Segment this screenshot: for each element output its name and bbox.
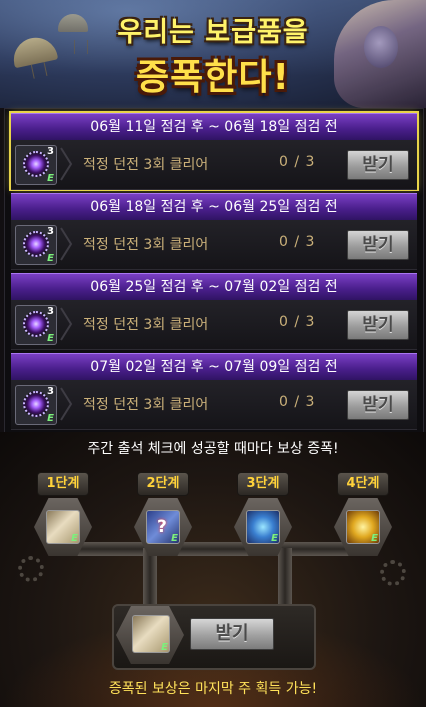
item-grade: E [371, 533, 378, 544]
final-claim-button[interactable]: 받기 [190, 618, 274, 650]
step-label: 3단계 [237, 472, 289, 496]
quest-progress: 0 / 3 [279, 314, 316, 330]
quest-mission-text: 적정 던전 3회 클리어 [83, 397, 209, 413]
item-quantity: 3 [47, 146, 54, 157]
pipe-connector [58, 542, 368, 556]
purple-orb-icon [23, 151, 49, 177]
quest-row: 3 E 적정 던전 3회 클리어 0 / 3 받기 [11, 300, 417, 350]
quest-progress: 0 / 3 [279, 394, 316, 410]
quest-week-2: 06월 18일 점검 후 ~ 06월 25일 점검 전 3 E 적정 던전 3회… [11, 193, 417, 270]
reward-item-slot[interactable]: 3 E [15, 145, 57, 185]
quest-week-3: 06월 25일 점검 후 ~ 07월 02일 점검 전 3 E 적정 던전 3회… [11, 273, 417, 350]
reward-item-slot[interactable]: 3 E [15, 385, 57, 425]
footer-note: 증폭된 보상은 마지막 주 획득 가능! [108, 681, 318, 697]
quest-row: 3 E 적정 던전 3회 클리어 0 / 3 받기 [11, 380, 417, 430]
quest-period-header: 06월 18일 점검 후 ~ 06월 25일 점검 전 [11, 193, 417, 222]
question-mark-icon: ? [157, 517, 167, 537]
purple-orb-icon [23, 391, 49, 417]
chevron-right-icon [60, 227, 73, 261]
quest-row: 3 E 적정 던전 3회 클리어 0 / 3 받기 [11, 140, 417, 190]
purple-orb-icon [23, 231, 49, 257]
reward-item-slot[interactable]: 3 E [15, 225, 57, 265]
item-quantity: 3 [47, 386, 54, 397]
quest-progress: 0 / 3 [279, 154, 316, 170]
scroll-icon[interactable]: E [46, 510, 80, 544]
purple-orb-icon [23, 311, 49, 337]
pipe-connector [143, 548, 157, 608]
quest-period-header: 06월 25일 점검 후 ~ 07월 02일 점검 전 [11, 273, 417, 302]
item-grade: E [47, 253, 54, 264]
quest-mission-text: 적정 던전 3회 클리어 [83, 317, 209, 333]
chevron-right-icon [60, 307, 73, 341]
pipe-connector [278, 548, 292, 608]
quest-row: 3 E 적정 던전 3회 클리어 0 / 3 받기 [11, 220, 417, 270]
gold-emblem-icon[interactable]: E [346, 510, 380, 544]
gear-icon [18, 556, 44, 582]
quest-mission-text: 적정 던전 3회 클리어 [83, 237, 209, 253]
claim-button[interactable]: 받기 [347, 390, 409, 420]
gear-icon [380, 560, 406, 586]
item-grade: E [271, 533, 278, 544]
claim-button[interactable]: 받기 [347, 310, 409, 340]
item-grade: E [171, 533, 178, 544]
mystery-box-icon[interactable]: ? E [146, 510, 180, 544]
item-grade: E [71, 533, 78, 544]
banner-title-line2: 증폭한다! [136, 57, 290, 98]
item-grade: E [47, 333, 54, 344]
item-quantity: 3 [47, 306, 54, 317]
quest-progress: 0 / 3 [279, 234, 316, 250]
chevron-right-icon [60, 387, 73, 421]
step-label: 1단계 [37, 472, 89, 496]
step-label: 2단계 [137, 472, 189, 496]
claim-button[interactable]: 받기 [347, 230, 409, 260]
weekly-quest-panel: 06월 11일 점검 후 ~ 06월 18일 점검 전 3 E 적정 던전 3회… [4, 108, 424, 434]
quest-mission-text: 적정 던전 3회 클리어 [83, 157, 209, 173]
item-quantity: 3 [47, 226, 54, 237]
claim-button[interactable]: 받기 [347, 150, 409, 180]
attendance-description: 주간 출석 체크에 성공할 때마다 보상 증폭! [87, 441, 339, 457]
item-grade: E [47, 413, 54, 424]
item-grade: E [47, 173, 54, 184]
quest-period-header: 07월 02일 점검 후 ~ 07월 09일 점검 전 [11, 353, 417, 382]
step-label: 4단계 [337, 472, 389, 496]
blue-orb-icon[interactable]: E [246, 510, 280, 544]
event-banner: 우리는 보급품을 증폭한다! [0, 0, 426, 108]
quest-week-1: 06월 11일 점검 후 ~ 06월 18일 점검 전 3 E 적정 던전 3회… [9, 111, 419, 191]
chevron-right-icon [60, 147, 73, 181]
banner-title-line1: 우리는 보급품을 [117, 17, 309, 48]
quest-week-4: 07월 02일 점검 후 ~ 07월 09일 점검 전 3 E 적정 던전 3회… [11, 353, 417, 430]
quest-period-header: 06월 11일 점검 후 ~ 06월 18일 점검 전 [11, 113, 417, 142]
scroll-icon[interactable]: E [132, 615, 170, 653]
item-grade: E [161, 642, 168, 653]
reward-item-slot[interactable]: 3 E [15, 305, 57, 345]
